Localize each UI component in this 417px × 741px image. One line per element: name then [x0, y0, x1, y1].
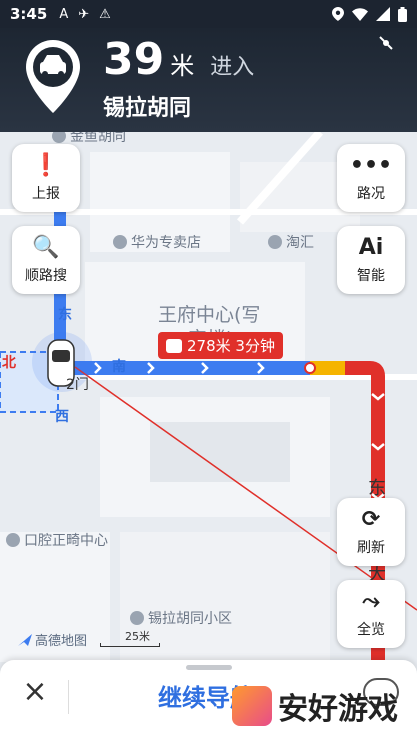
traffic-icon: ••• — [349, 153, 393, 178]
next-road-name: 锡拉胡同 — [103, 96, 192, 121]
overview-button[interactable]: ⤳ 全览 — [337, 580, 405, 648]
send-icon: ✈ — [78, 6, 90, 22]
car-pin-icon — [26, 40, 80, 113]
message-icon — [166, 338, 182, 353]
poi-huawei-store[interactable]: 华为专卖店 — [113, 232, 201, 252]
distance-unit: 米 — [170, 52, 195, 80]
poi-marker-icon — [113, 235, 127, 249]
traffic-button[interactable]: ••• 路况 — [337, 144, 405, 212]
poi-xila-hutong-community[interactable]: 锡拉胡同小区 — [130, 608, 232, 628]
road-label-north: 北 — [2, 355, 16, 371]
scale-label: 25米 — [125, 630, 150, 643]
gate-label: 2门 — [66, 377, 89, 393]
battery-icon — [398, 6, 407, 22]
poi-wangfu-center[interactable]: 王府中心(写 — [158, 300, 260, 327]
distance-value: 39 — [103, 34, 165, 85]
location-icon — [332, 7, 344, 21]
amap-logo: 高德地图 — [18, 630, 87, 649]
ai-icon: Ai — [358, 235, 384, 260]
close-icon[interactable]: × — [20, 677, 50, 708]
poi-marker-icon — [130, 611, 144, 625]
wifi-icon — [352, 7, 368, 21]
satellite-icon[interactable] — [377, 34, 395, 52]
poi-taohui[interactable]: 淘汇 — [268, 232, 314, 252]
signal-icon — [376, 7, 390, 21]
amap-logo-icon — [18, 633, 32, 646]
report-icon: ❗ — [32, 153, 60, 178]
warning-icon: ⚠ — [99, 6, 111, 22]
route-overview-icon: ⤳ — [362, 589, 380, 614]
watermark-logo-icon — [232, 686, 272, 726]
turn-action: 进入 — [210, 55, 255, 80]
refresh-button[interactable]: ⟳ 刷新 — [337, 498, 405, 566]
poi-dental-center[interactable]: 口腔正畸中心 — [6, 530, 108, 550]
report-button[interactable]: ❗ 上报 — [12, 144, 80, 212]
search-icon: 🔍 — [32, 235, 60, 260]
divider — [68, 680, 69, 714]
route-info-bubble[interactable]: 278米 3分钟 — [158, 332, 283, 359]
drag-handle[interactable] — [186, 665, 232, 670]
notification-a-icon: A — [59, 6, 69, 22]
status-time: 3:45 — [10, 5, 48, 23]
poi-marker-icon — [52, 132, 66, 143]
scale-bar — [100, 643, 160, 647]
navigation-header: 39 米 进入 锡拉胡同 — [0, 28, 417, 132]
poi-marker-icon — [6, 533, 20, 547]
search-along-button[interactable]: 🔍 顺路搜 — [12, 226, 80, 294]
poi-marker-icon — [268, 235, 282, 249]
watermark: 安好游戏 — [232, 684, 398, 728]
road-label-east-red: 东 — [368, 478, 386, 499]
road-label-west: 西 — [55, 409, 69, 425]
road-label-east: 东 — [58, 307, 72, 323]
refresh-icon: ⟳ — [361, 507, 381, 532]
status-bar: 3:45 A ✈ ⚠ — [0, 0, 417, 28]
ai-button[interactable]: Ai 智能 — [337, 226, 405, 294]
road-label-south: 南 — [112, 359, 126, 375]
